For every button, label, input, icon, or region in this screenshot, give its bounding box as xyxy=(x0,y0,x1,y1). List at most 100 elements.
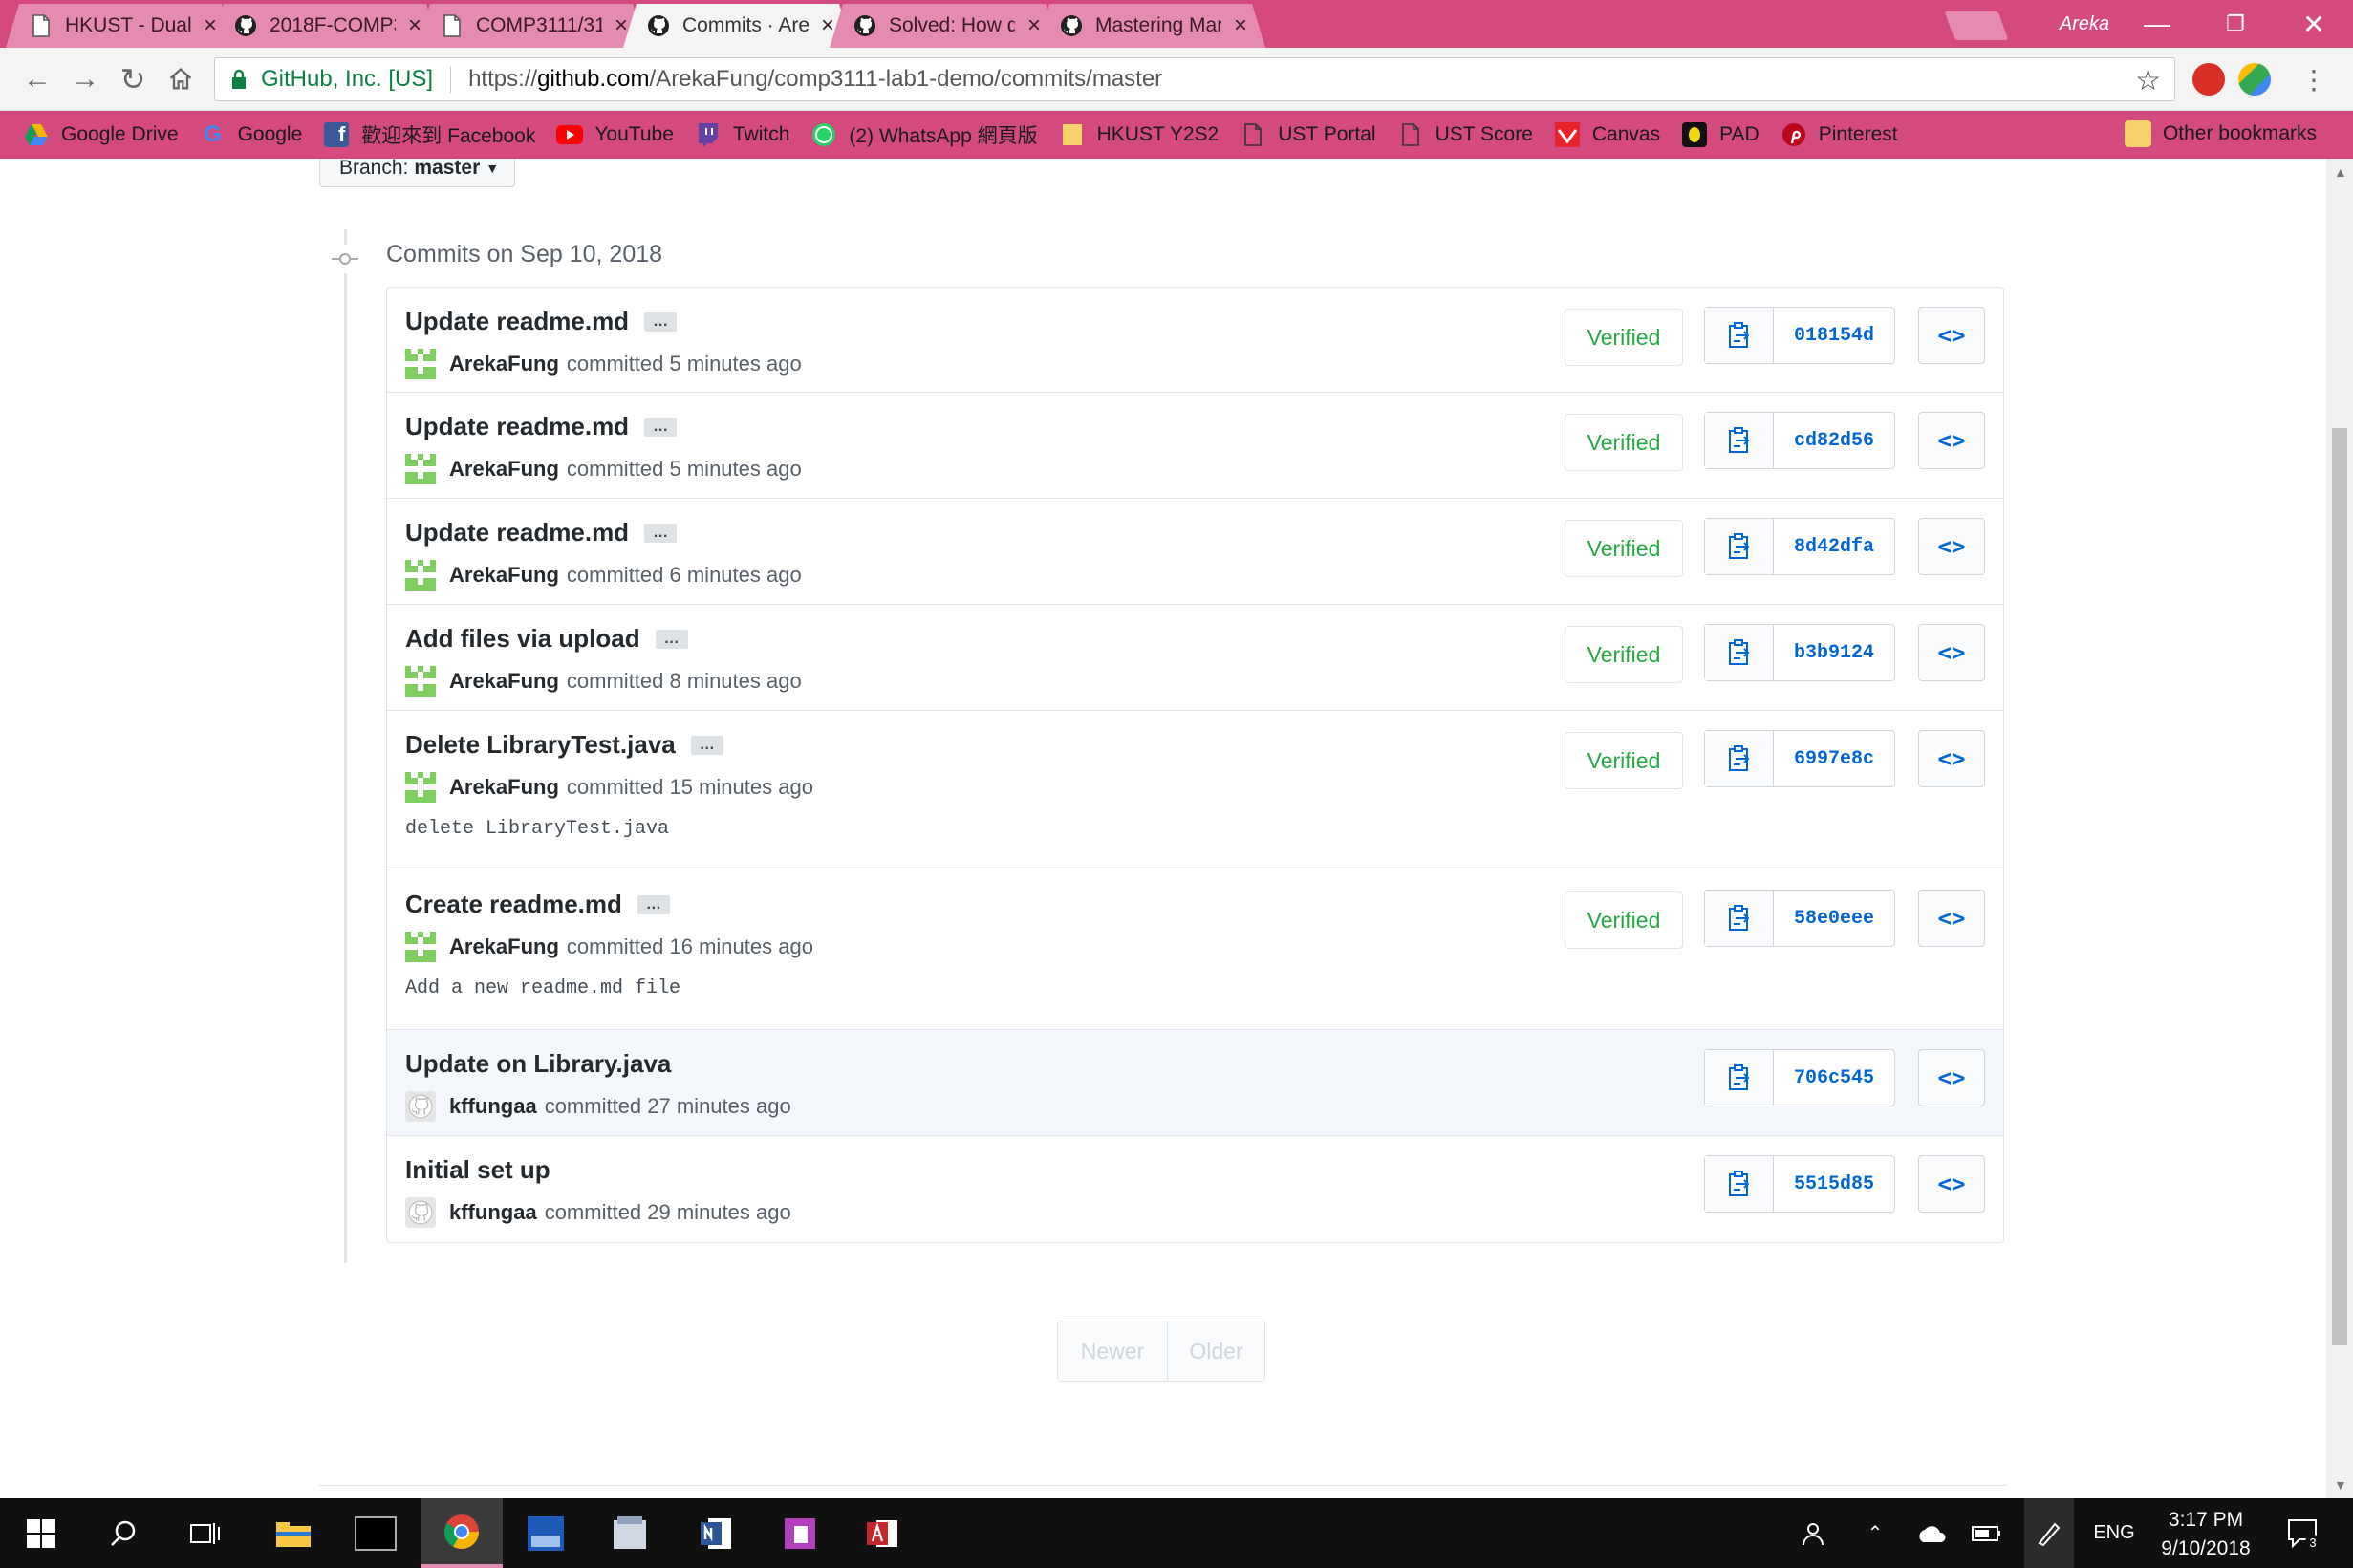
browse-files-button[interactable]: <> xyxy=(1918,1155,1985,1213)
chevron-up-icon[interactable]: ⌃ xyxy=(1856,1498,1894,1568)
onedrive-icon[interactable] xyxy=(1910,1498,1954,1568)
commit-sha-link[interactable]: 8d42dfa xyxy=(1774,519,1894,574)
bookmark-item[interactable]: YouTube xyxy=(556,121,674,148)
verified-badge[interactable]: Verified xyxy=(1565,891,1683,949)
commit-author-link[interactable]: ArekaFung xyxy=(449,669,559,694)
avatar[interactable] xyxy=(405,349,436,379)
copy-sha-icon[interactable] xyxy=(1705,1156,1774,1212)
scroll-down-icon[interactable]: ▼ xyxy=(2334,1477,2347,1493)
bookmark-item[interactable]: UST Portal xyxy=(1240,121,1376,148)
avatar[interactable] xyxy=(405,454,436,484)
commit-sha-link[interactable]: 5515d85 xyxy=(1774,1156,1894,1212)
bookmark-item[interactable]: f 歡迎來到 Facebook xyxy=(323,120,535,149)
expand-description-button[interactable]: … xyxy=(690,735,723,755)
minimize-icon[interactable]: — xyxy=(2118,0,2196,48)
expand-description-button[interactable]: … xyxy=(655,629,688,649)
search-icon[interactable] xyxy=(82,1498,164,1568)
language-indicator[interactable]: ENG xyxy=(2089,1498,2139,1568)
commit-sha-link[interactable]: 018154d xyxy=(1774,308,1894,363)
close-window-icon[interactable]: ✕ xyxy=(2275,0,2353,48)
browser-tab[interactable]: COMP3111/3111H Softw × xyxy=(417,4,646,48)
verified-badge[interactable]: Verified xyxy=(1565,414,1683,471)
restore-icon[interactable]: ❐ xyxy=(2196,0,2275,48)
bookmark-item[interactable]: G Google xyxy=(200,121,302,148)
copy-sha-icon[interactable] xyxy=(1705,519,1774,574)
commit-title-link[interactable]: Create readme.md xyxy=(405,890,622,919)
browse-files-button[interactable]: <> xyxy=(1918,307,1985,364)
bookmark-star-icon[interactable]: ☆ xyxy=(2135,64,2161,97)
extension-icon[interactable] xyxy=(2238,63,2271,96)
commit-sha-link[interactable]: b3b9124 xyxy=(1774,625,1894,680)
onenote-purple-icon[interactable] xyxy=(759,1498,841,1568)
home-icon[interactable] xyxy=(159,57,203,101)
profile-button[interactable]: Areka xyxy=(2045,8,2124,40)
terminal-icon[interactable] xyxy=(335,1498,417,1568)
avatar[interactable] xyxy=(405,772,436,803)
bookmark-item[interactable]: HKUST Y2S2 xyxy=(1059,121,1219,148)
commit-sha-link[interactable]: 58e0eee xyxy=(1774,891,1894,946)
verified-badge[interactable]: Verified xyxy=(1565,520,1683,577)
commit-title-link[interactable]: Update on Library.java xyxy=(405,1049,671,1079)
commit-author-link[interactable]: kffungaa xyxy=(449,1094,537,1119)
commit-author-link[interactable]: ArekaFung xyxy=(449,457,559,482)
commit-title-link[interactable]: Initial set up xyxy=(405,1155,550,1185)
browse-files-button[interactable]: <> xyxy=(1918,412,1985,469)
verified-badge[interactable]: Verified xyxy=(1565,626,1683,683)
expand-description-button[interactable]: … xyxy=(644,523,678,543)
address-bar[interactable]: GitHub, Inc. [US] https://github.com/Are… xyxy=(214,57,2175,101)
close-tab-icon[interactable]: × xyxy=(1229,12,1252,39)
pen-workspace-icon[interactable] xyxy=(2024,1498,2074,1568)
access-icon[interactable] xyxy=(841,1498,923,1568)
commit-author-link[interactable]: kffungaa xyxy=(449,1200,537,1225)
chrome-menu-icon[interactable]: ⋮ xyxy=(2292,57,2336,101)
close-tab-icon[interactable]: × xyxy=(610,12,633,39)
close-tab-icon[interactable]: × xyxy=(199,12,222,39)
scroll-up-icon[interactable]: ▲ xyxy=(2334,164,2347,180)
commit-author-link[interactable]: ArekaFung xyxy=(449,352,559,376)
copy-sha-icon[interactable] xyxy=(1705,413,1774,468)
avatar[interactable] xyxy=(405,666,436,697)
copy-sha-icon[interactable] xyxy=(1705,625,1774,680)
close-tab-icon[interactable]: × xyxy=(816,12,839,39)
expand-description-button[interactable]: … xyxy=(644,417,678,437)
commit-author-link[interactable]: ArekaFung xyxy=(449,934,559,959)
browse-files-button[interactable]: <> xyxy=(1918,518,1985,575)
verified-badge[interactable]: Verified xyxy=(1565,309,1683,366)
new-tab-button[interactable] xyxy=(1944,11,2009,40)
close-tab-icon[interactable]: × xyxy=(403,12,426,39)
commit-title-link[interactable]: Update readme.md xyxy=(405,307,629,336)
other-bookmarks[interactable]: Other bookmarks xyxy=(2124,120,2317,147)
extension-adblock-icon[interactable] xyxy=(2192,63,2225,96)
people-icon[interactable] xyxy=(1789,1498,1833,1568)
browser-tab[interactable]: Mastering Markdown · G × xyxy=(1036,4,1265,48)
browse-files-button[interactable]: <> xyxy=(1918,890,1985,947)
browser-tab[interactable]: Solved: How do you put × xyxy=(830,4,1059,48)
copy-sha-icon[interactable] xyxy=(1705,1050,1774,1106)
avatar[interactable] xyxy=(405,560,436,591)
forward-icon[interactable]: → xyxy=(63,57,107,101)
commit-sha-link[interactable]: cd82d56 xyxy=(1774,413,1894,468)
battery-icon[interactable] xyxy=(1965,1498,2009,1568)
browser-tab[interactable]: HKUST - Dual Degree Pr × xyxy=(6,4,235,48)
avatar[interactable] xyxy=(405,932,436,962)
start-icon[interactable] xyxy=(0,1498,82,1568)
browser-tab[interactable]: Commits · ArekaFung/c × xyxy=(623,4,853,48)
commit-title-link[interactable]: Update readme.md xyxy=(405,412,629,441)
expand-description-button[interactable]: … xyxy=(637,894,670,914)
commit-title-link[interactable]: Delete LibraryTest.java xyxy=(405,730,676,760)
bookmark-item[interactable]: Google Drive xyxy=(23,121,179,148)
reload-icon[interactable]: ↻ xyxy=(111,57,155,101)
notepad-icon[interactable] xyxy=(589,1498,671,1568)
bookmark-item[interactable]: UST Score xyxy=(1397,121,1533,148)
browse-files-button[interactable]: <> xyxy=(1918,1049,1985,1106)
file-explorer-icon[interactable] xyxy=(252,1498,335,1568)
clock[interactable]: 3:17 PM 9/10/2018 xyxy=(2141,1506,2271,1563)
scrollbar-thumb[interactable] xyxy=(2332,428,2347,1345)
bookmark-item[interactable]: (2) WhatsApp 網頁版 xyxy=(810,120,1038,149)
dev-cpp-icon[interactable] xyxy=(505,1498,587,1568)
commit-author-link[interactable]: ArekaFung xyxy=(449,563,559,588)
action-center-icon[interactable]: 3 xyxy=(2278,1498,2328,1568)
copy-sha-icon[interactable] xyxy=(1705,308,1774,363)
copy-sha-icon[interactable] xyxy=(1705,731,1774,786)
commit-sha-link[interactable]: 6997e8c xyxy=(1774,731,1894,786)
